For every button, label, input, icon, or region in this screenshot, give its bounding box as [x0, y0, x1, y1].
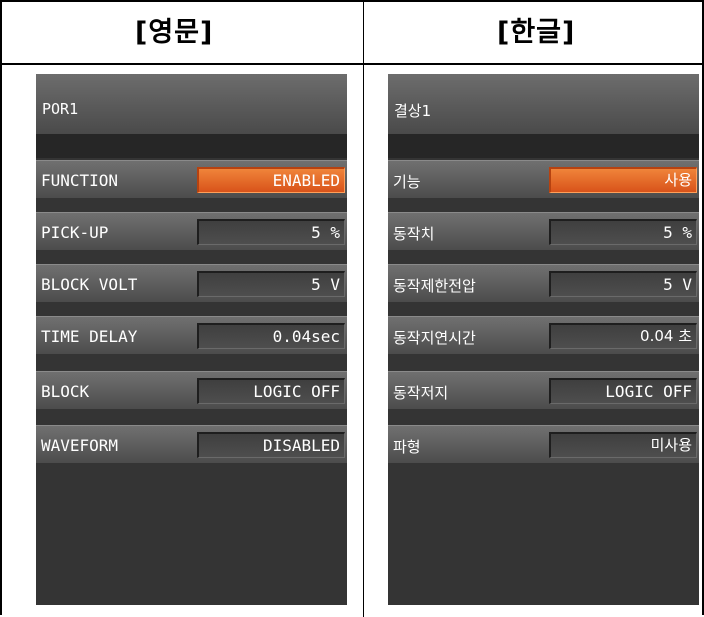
setting-label: 동작저지 — [393, 384, 449, 402]
setting-value-field[interactable]: LOGIC OFF — [197, 378, 345, 404]
setting-row-time-delay[interactable]: TIME DELAY 0.04sec — [36, 316, 347, 354]
setting-label: 동작제한전압 — [393, 277, 476, 295]
setting-label: 기능 — [393, 173, 421, 191]
setting-label: TIME DELAY — [41, 327, 138, 346]
setting-row-block-volt[interactable]: 동작제한전압 5 V — [388, 264, 699, 302]
setting-row-block[interactable]: 동작저지 LOGIC OFF — [388, 371, 699, 409]
comparison-table: [영문] [한글] POR1 FUNCTION ENABLED PICK-UP … — [0, 0, 704, 617]
setting-row-waveform[interactable]: 파형 미사용 — [388, 425, 699, 463]
title-separator — [388, 134, 699, 158]
setting-value-field[interactable]: 5 % — [197, 219, 345, 245]
setting-value-field[interactable]: 5 V — [549, 271, 697, 297]
setting-label: WAVEFORM — [41, 436, 119, 455]
english-device-screen: POR1 FUNCTION ENABLED PICK-UP 5 % BLOCK … — [36, 74, 347, 605]
setting-label: FUNCTION — [41, 171, 119, 190]
setting-value-field[interactable]: 0.04 초 — [549, 323, 697, 349]
setting-value-field[interactable]: 미사용 — [549, 432, 697, 458]
screen-title-bar: 결상1 — [388, 74, 699, 134]
setting-label: PICK-UP — [41, 223, 109, 242]
setting-value-field[interactable]: 5 % — [549, 219, 697, 245]
setting-value-field[interactable]: LOGIC OFF — [549, 378, 697, 404]
setting-label: BLOCK VOLT — [41, 275, 138, 294]
english-column-header: [영문] — [135, 17, 214, 48]
title-separator — [36, 134, 347, 158]
setting-label: BLOCK — [41, 382, 90, 401]
screen-title: 결상1 — [394, 102, 432, 120]
setting-label: 동작치 — [393, 225, 435, 243]
setting-row-pickup[interactable]: PICK-UP 5 % — [36, 212, 347, 250]
korean-column-header: [한글] — [497, 17, 576, 48]
setting-row-pickup[interactable]: 동작치 5 % — [388, 212, 699, 250]
setting-value-field[interactable]: DISABLED — [197, 432, 345, 458]
setting-label: 동작지연시간 — [393, 329, 476, 347]
screen-title: POR1 — [42, 100, 79, 118]
setting-value-field[interactable]: 0.04sec — [197, 323, 345, 349]
korean-device-screen: 결상1 기능 사용 동작치 5 % 동작제한전압 5 V 동작지연시간 0.04… — [388, 74, 699, 605]
setting-row-time-delay[interactable]: 동작지연시간 0.04 초 — [388, 316, 699, 354]
header-row — [2, 2, 702, 65]
setting-label: 파형 — [393, 438, 421, 456]
setting-value-field[interactable]: 사용 — [549, 167, 697, 193]
setting-row-block-volt[interactable]: BLOCK VOLT 5 V — [36, 264, 347, 302]
setting-value-field[interactable]: ENABLED — [197, 167, 345, 193]
screen-title-bar: POR1 — [36, 74, 347, 134]
setting-value-field[interactable]: 5 V — [197, 271, 345, 297]
setting-row-function[interactable]: FUNCTION ENABLED — [36, 160, 347, 198]
setting-row-block[interactable]: BLOCK LOGIC OFF — [36, 371, 347, 409]
column-divider — [363, 2, 364, 617]
setting-row-waveform[interactable]: WAVEFORM DISABLED — [36, 425, 347, 463]
setting-row-function[interactable]: 기능 사용 — [388, 160, 699, 198]
